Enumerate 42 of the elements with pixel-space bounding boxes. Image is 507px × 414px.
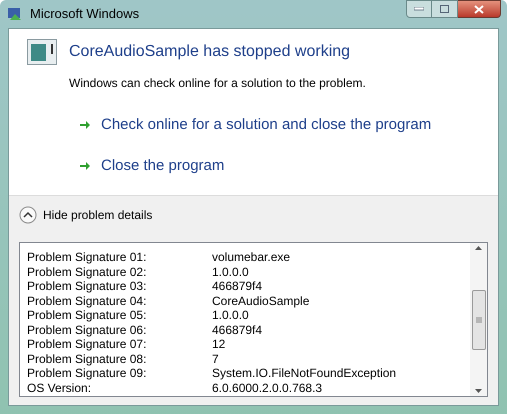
program-window-icon	[27, 39, 57, 65]
scroll-up-icon	[475, 246, 482, 250]
detail-value: System.IO.FileNotFoundException	[212, 366, 396, 380]
detail-name: Problem Signature 03:	[27, 279, 148, 294]
grip-icon	[476, 316, 482, 322]
dialog-heading: CoreAudioSample has stopped working	[69, 42, 352, 62]
detail-value: 7	[212, 352, 219, 366]
detail-value: 1.0.0.0	[212, 308, 249, 322]
detail-value: 1.0.0.0	[212, 264, 249, 279]
detail-name: Problem Signature 08:	[27, 352, 148, 366]
maximize-button[interactable]	[432, 0, 458, 18]
detail-name: Problem Signature 02:	[27, 264, 148, 279]
arrow-icon	[79, 119, 91, 132]
details-toggle[interactable]: Hide problem details	[19, 196, 488, 234]
detail-value: volumebar.exe	[212, 250, 290, 264]
detail-value: 6.0.6000.2.0.0.768.3	[212, 380, 322, 395]
command-link[interactable]: Check online for a solution and close the program	[79, 114, 480, 136]
minimize-button[interactable]	[406, 0, 432, 18]
detail-name: OS Version:	[27, 380, 92, 395]
detail-value: 466879f4	[212, 322, 262, 337]
window-title: Microsoft Windows	[30, 5, 140, 24]
detail-name: Problem Signature 01:	[27, 250, 148, 264]
detail-name: Problem Signature 07:	[27, 337, 148, 352]
scroll-down-icon	[475, 389, 482, 393]
dialog-message: Windows can check online for a solution to the problem.	[69, 75, 366, 92]
detail-name: Problem Signature 05:	[27, 308, 148, 322]
detail-name: Problem Signature 04:	[27, 294, 148, 308]
scrollbar[interactable]	[470, 243, 487, 396]
command-link[interactable]: Close the program	[79, 154, 480, 177]
collapse-icon	[19, 206, 37, 224]
detail-value: CoreAudioSample	[212, 294, 310, 308]
detail-value: 12	[212, 337, 226, 352]
scroll-thumb[interactable]	[472, 290, 486, 350]
detail-name: Problem Signature 09:	[27, 366, 148, 380]
minimize-icon	[414, 7, 424, 11]
arrow-icon	[79, 160, 91, 172]
detail-name: Problem Signature 06:	[27, 322, 148, 337]
detail-value: 466879f4	[212, 279, 262, 294]
close-button[interactable]	[458, 0, 501, 18]
close-icon	[474, 4, 484, 14]
app-icon	[6, 6, 24, 22]
maximize-icon	[440, 5, 449, 13]
